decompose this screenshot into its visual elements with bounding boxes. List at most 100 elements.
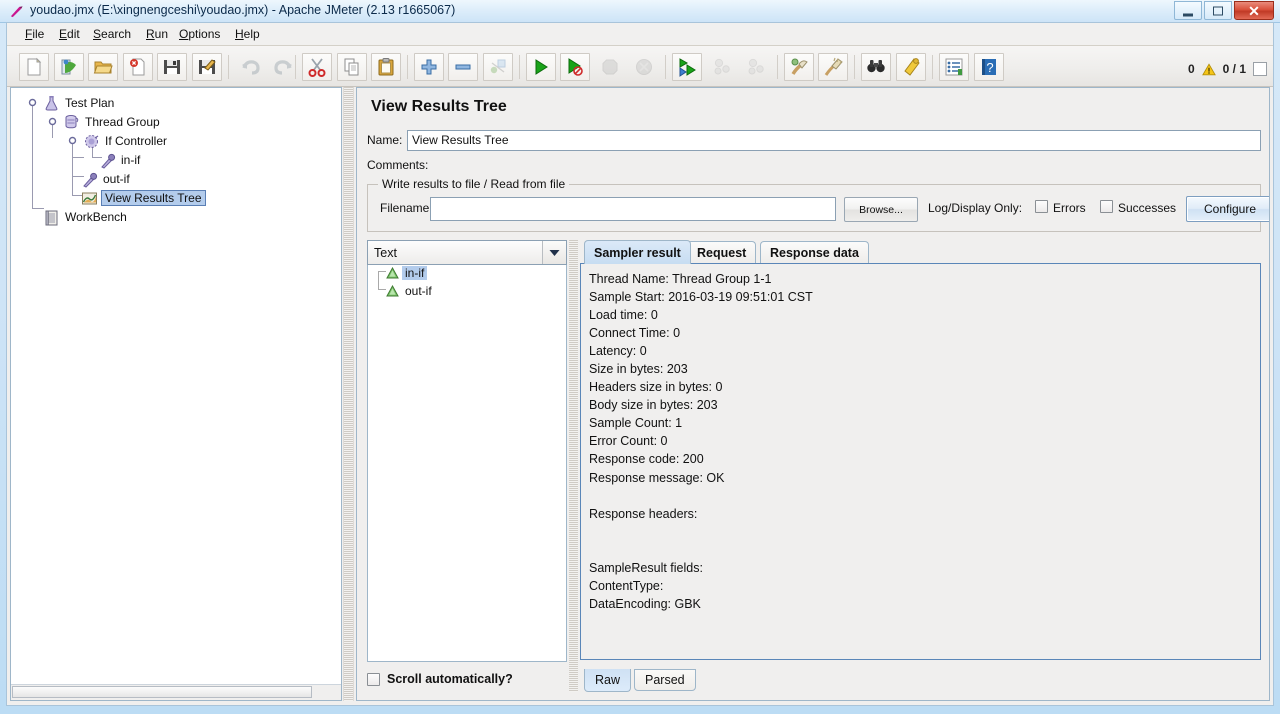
toolbar-start-no-pauses-button[interactable]: [560, 53, 590, 81]
toolbar-expand-all-button[interactable]: [414, 53, 444, 81]
toolbar-separator: [932, 55, 933, 79]
scroll-automatically-checkbox[interactable]: [367, 673, 380, 686]
if-controller-icon: [83, 133, 100, 150]
toolbar-clear-all-button[interactable]: [818, 53, 848, 81]
filename-input[interactable]: [430, 197, 836, 221]
toolbar-function-helper-button[interactable]: [939, 53, 969, 81]
name-label: Name:: [367, 133, 402, 147]
help-icon: ?: [979, 57, 999, 77]
tree-node-label: If Controller: [103, 133, 170, 149]
renderer-selected-value: Text: [374, 246, 397, 260]
tree-expand-handle-if-controller[interactable]: [68, 136, 77, 145]
maximize-button[interactable]: [1204, 1, 1232, 20]
list-tree-line: [378, 289, 386, 290]
list-item[interactable]: in-if: [386, 265, 427, 281]
errors-checkbox[interactable]: [1035, 200, 1048, 213]
configure-button[interactable]: Configure: [1186, 196, 1270, 222]
tab-sampler-result[interactable]: Sampler result: [584, 240, 691, 264]
toolbar-new-button[interactable]: [19, 53, 49, 81]
warning-triangle-icon[interactable]: [1202, 63, 1216, 76]
toolbar-search-button[interactable]: [861, 53, 891, 81]
function-helper-icon: [944, 57, 964, 77]
tree-node-label: in-if: [119, 152, 143, 168]
toolbar-open-button[interactable]: [88, 53, 118, 81]
toolbar-start-button[interactable]: [526, 53, 556, 81]
toolbar-save-button[interactable]: [157, 53, 187, 81]
tree-node-thread-group[interactable]: Thread Group: [63, 113, 163, 131]
list-item[interactable]: out-if: [386, 283, 435, 299]
toolbar-shutdown-remote-all-button[interactable]: [741, 53, 771, 81]
chevron-down-icon[interactable]: [542, 241, 566, 264]
tab-request[interactable]: Request: [687, 241, 756, 264]
toolbar-shutdown-button[interactable]: [629, 53, 659, 81]
menu-file[interactable]: File: [19, 26, 50, 43]
toolbar-help-button[interactable]: ?: [974, 53, 1004, 81]
toolbar-close-button[interactable]: [123, 53, 153, 81]
toolbar-stop-remote-all-button[interactable]: [707, 53, 737, 81]
toolbar-paste-button[interactable]: [371, 53, 401, 81]
tab-parsed[interactable]: Parsed: [634, 669, 696, 691]
results-splitter-handle[interactable]: [569, 240, 578, 692]
play-icon: [531, 57, 551, 77]
minimize-icon: [1183, 13, 1193, 16]
successes-checkbox[interactable]: [1100, 200, 1113, 213]
renderer-combobox[interactable]: Text: [367, 240, 567, 265]
toolbar-search-reset-button[interactable]: [896, 53, 926, 81]
app-client-area: File Edit Search Run Options Help: [6, 22, 1274, 706]
tree-node-label: Thread Group: [83, 114, 163, 130]
tab-response-data[interactable]: Response data: [760, 241, 869, 264]
toggle-icon: [488, 57, 508, 77]
list-item-label: in-if: [402, 266, 427, 280]
tree-line: [72, 138, 73, 195]
tree-node-in-if[interactable]: in-if: [99, 151, 143, 169]
tree-node-label: WorkBench: [63, 209, 130, 225]
toolbar-undo-button[interactable]: [235, 53, 265, 81]
toolbar-templates-button[interactable]: [54, 53, 84, 81]
log-display-only-label: Log/Display Only:: [928, 201, 1022, 215]
toolbar-save-as-button[interactable]: [192, 53, 222, 81]
close-window-button[interactable]: ✕: [1234, 1, 1274, 20]
minimize-button[interactable]: [1174, 1, 1202, 20]
browse-button[interactable]: Browse...: [844, 197, 918, 222]
toolbar-stop-button[interactable]: [595, 53, 625, 81]
menu-options[interactable]: Options: [173, 26, 226, 43]
toolbar-toggle-button[interactable]: [483, 53, 513, 81]
comments-input[interactable]: [437, 155, 1261, 176]
tree-node-if-controller[interactable]: If Controller: [83, 132, 170, 150]
menu-search[interactable]: Search: [87, 26, 137, 43]
scroll-automatically-row: Scroll automatically?: [367, 670, 513, 688]
toolbar-cut-button[interactable]: [302, 53, 332, 81]
tree-scrollbar-thumb[interactable]: [12, 686, 312, 698]
tree-expand-handle-test-plan[interactable]: [28, 98, 37, 107]
tree-node-test-plan[interactable]: Test Plan: [43, 94, 117, 112]
clear-all-broom-icon: [823, 57, 843, 77]
tree-expand-handle-thread-group[interactable]: [48, 117, 57, 126]
menu-help[interactable]: Help: [229, 26, 266, 43]
save-icon: [162, 57, 182, 77]
scroll-automatically-label: Scroll automatically?: [387, 672, 513, 686]
comments-row: Comments:: [367, 155, 1261, 177]
tab-raw[interactable]: Raw: [584, 669, 631, 692]
sampler-result-panel[interactable]: Thread Name: Thread Group 1-1 Sample Sta…: [580, 263, 1261, 660]
workbench-icon: [43, 209, 60, 226]
menu-run[interactable]: Run: [140, 26, 174, 43]
tree-node-out-if[interactable]: out-if: [81, 170, 133, 188]
errors-label: Errors: [1053, 201, 1086, 215]
main-splitter-handle[interactable]: [343, 87, 354, 701]
tree-horizontal-scrollbar[interactable]: [11, 684, 341, 700]
sample-results-list[interactable]: in-if out-if: [367, 265, 567, 662]
toolbar-separator: [665, 55, 666, 79]
menu-edit[interactable]: Edit: [53, 26, 86, 43]
toolbar-clear-button[interactable]: [784, 53, 814, 81]
tree-node-view-results-tree[interactable]: View Results Tree: [81, 189, 206, 207]
tree-node-workbench[interactable]: WorkBench: [43, 208, 130, 226]
toolbar-start-remote-all-button[interactable]: [672, 53, 702, 81]
name-input[interactable]: View Results Tree: [407, 130, 1261, 151]
stop-icon: [600, 57, 620, 77]
test-plan-tree-panel: Test Plan Thread Group: [10, 87, 342, 701]
toolbar-copy-button[interactable]: [337, 53, 367, 81]
svg-text:?: ?: [986, 60, 993, 75]
write-results-legend: Write results to file / Read from file: [378, 177, 569, 191]
success-triangle-icon: [386, 285, 399, 297]
toolbar-collapse-all-button[interactable]: [448, 53, 478, 81]
